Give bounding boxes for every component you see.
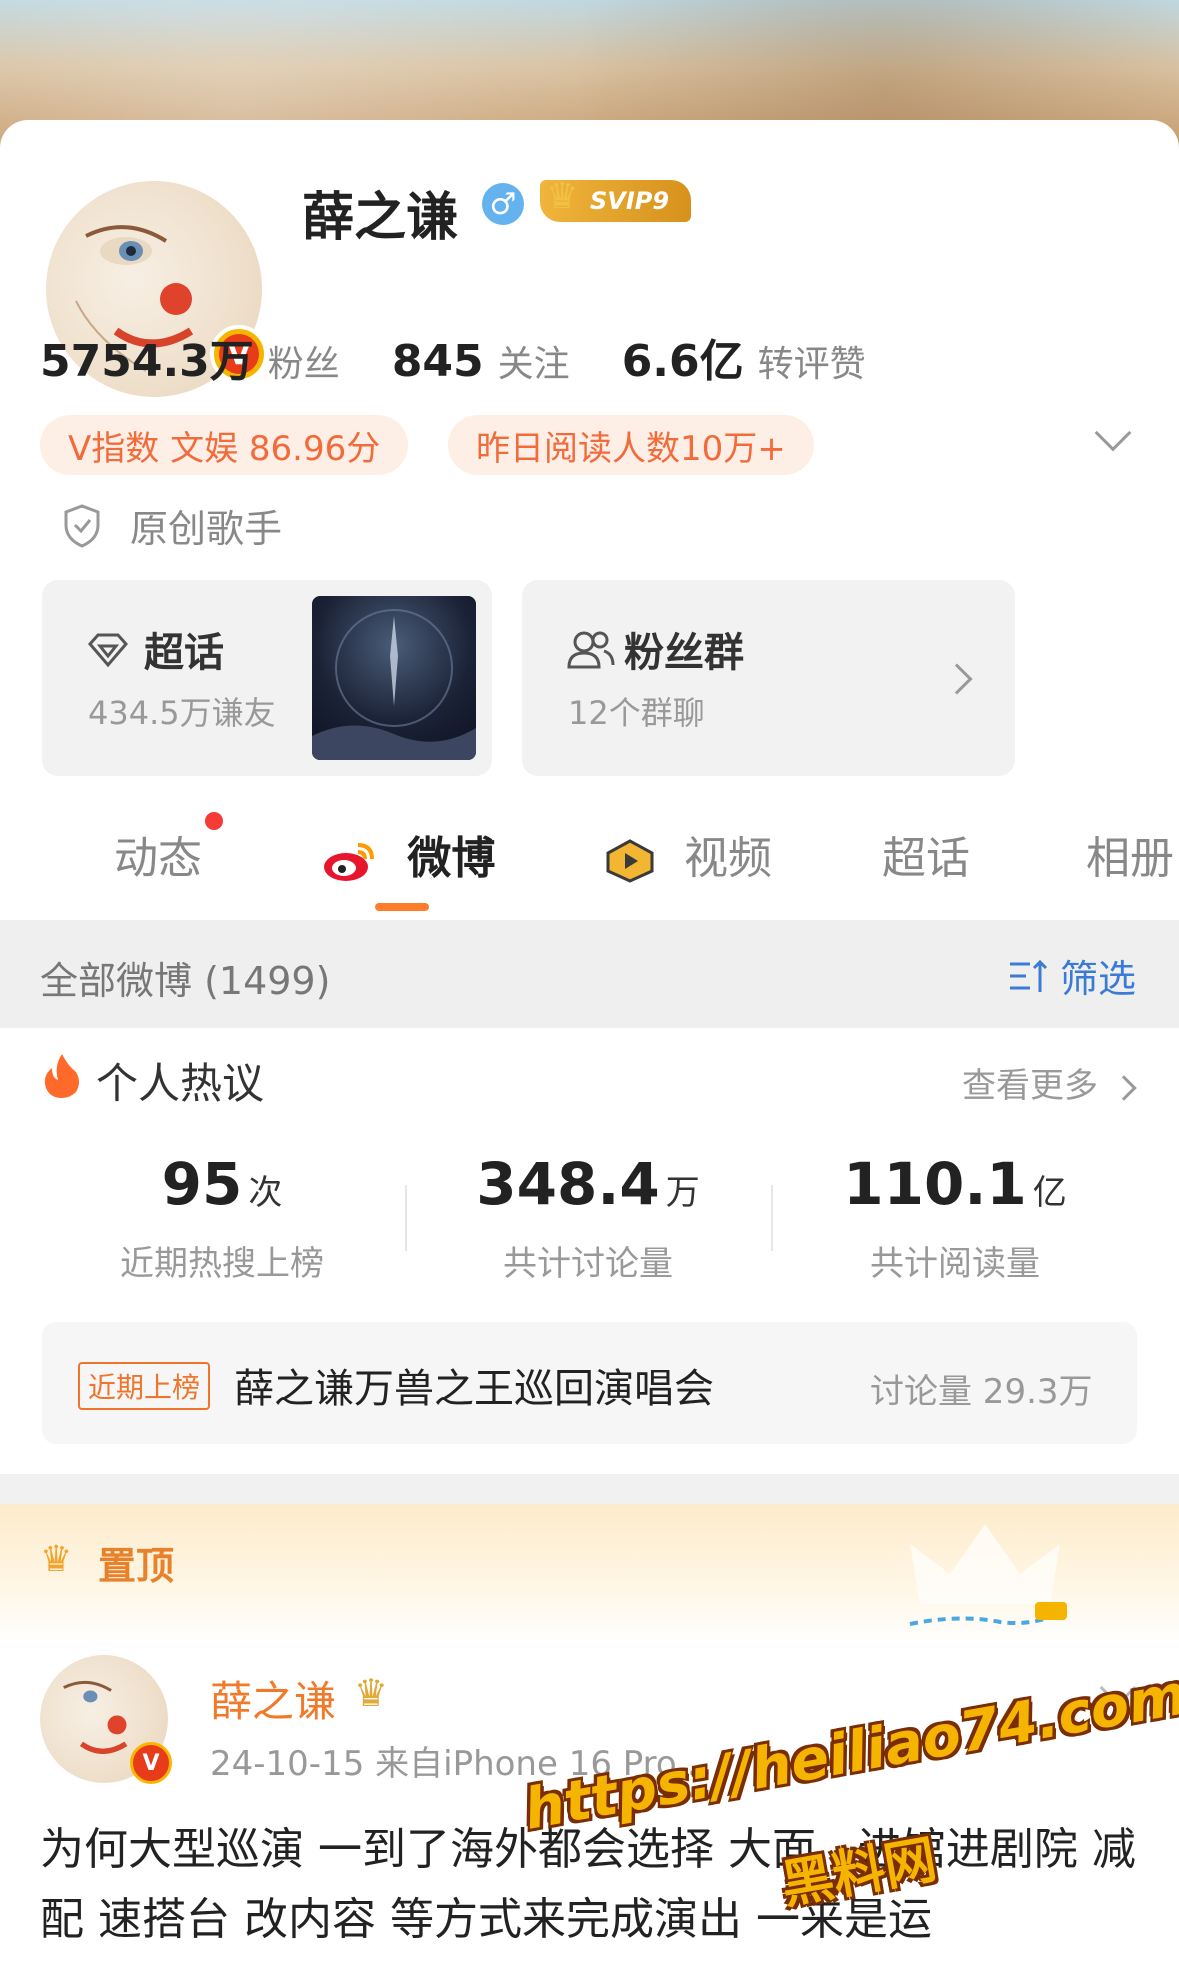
post-body[interactable]: 为何大型巡演 一到了海外都会选择 大面...进馆进剧院 减配 速搭台 改内容 等… bbox=[40, 1815, 1140, 1955]
metric-label: 共计阅读量 bbox=[870, 1244, 1040, 1284]
gender-male-icon: ♂ bbox=[482, 183, 524, 225]
tab-video-label: 视频 bbox=[684, 833, 772, 884]
fire-icon bbox=[44, 1054, 79, 1098]
yesterday-reads-pill[interactable]: 昨日阅读人数10万+ bbox=[448, 415, 814, 475]
diamond-icon bbox=[88, 633, 128, 668]
group-icon bbox=[567, 631, 615, 669]
metric-discussions: 348.4 万 共计讨论量 bbox=[438, 1150, 738, 1285]
metric-unit: 万 bbox=[665, 1173, 700, 1213]
fans-group-title: 粉丝群 bbox=[624, 630, 744, 676]
crown-icon: ♛ bbox=[546, 176, 579, 217]
svip-label: SVIP9 bbox=[590, 187, 670, 215]
tab-weibo-label: 微博 bbox=[407, 833, 496, 884]
metric-divider bbox=[405, 1185, 407, 1251]
chevron-right-icon bbox=[1111, 1075, 1137, 1101]
metric-reads: 110.1 亿 共计阅读量 bbox=[805, 1150, 1105, 1285]
metric-unit: 亿 bbox=[1032, 1173, 1067, 1213]
profile-name: 薛之谦 bbox=[302, 188, 459, 248]
filter-button[interactable]: 筛选 bbox=[1008, 948, 1136, 1003]
personal-hot-title: 个人热议 bbox=[96, 1059, 265, 1108]
stat-number: 5754.3万 bbox=[40, 336, 254, 387]
shield-icon bbox=[64, 503, 100, 548]
identity-tag: 原创歌手 bbox=[62, 498, 282, 553]
stat-fans[interactable]: 5754.3万 粉丝 bbox=[40, 325, 340, 389]
stat-interactions[interactable]: 6.6亿 转评赞 bbox=[622, 325, 866, 389]
profile-stats: 5754.3万 粉丝 845 关注 6.6亿 转评赞 bbox=[40, 325, 918, 389]
metric-label: 共计讨论量 bbox=[503, 1244, 673, 1284]
tab-dynamics[interactable]: 动态 bbox=[114, 822, 202, 886]
tab-album[interactable]: 相册 bbox=[1086, 822, 1174, 886]
stat-label: 转评赞 bbox=[757, 344, 866, 385]
v-index-pill[interactable]: V指数 文娱 86.96分 bbox=[40, 415, 409, 475]
metric-divider bbox=[771, 1185, 773, 1251]
video-play-icon bbox=[604, 839, 656, 883]
chaohua-subtitle: 434.5万谦友 bbox=[88, 694, 276, 732]
rank-discussion-count: 讨论量 29.3万 bbox=[870, 1372, 1093, 1412]
fans-group-subtitle: 12个群聊 bbox=[568, 694, 705, 732]
stat-label: 关注 bbox=[497, 344, 570, 385]
tab-chaohua[interactable]: 超话 bbox=[882, 822, 970, 886]
all-weibo-count: 全部微博 (1499) bbox=[40, 959, 331, 1003]
recent-rank-badge: 近期上榜 bbox=[78, 1362, 211, 1410]
stat-number: 6.6亿 bbox=[621, 336, 744, 387]
metric-number: 110.1 bbox=[843, 1150, 1027, 1218]
pin-crown-icon: ♛ bbox=[40, 1539, 73, 1580]
crown-decoration-icon bbox=[909, 1524, 1067, 1626]
pinned-label: 置顶 bbox=[98, 1544, 175, 1588]
see-more-label: 查看更多 bbox=[962, 1066, 1098, 1106]
filter-label: 筛选 bbox=[1060, 957, 1137, 1001]
active-tab-indicator bbox=[375, 903, 429, 911]
recent-rank-item[interactable]: 近期上榜 薛之谦万兽之王巡回演唱会 讨论量 29.3万 bbox=[42, 1322, 1137, 1444]
metric-number: 95 bbox=[161, 1150, 243, 1218]
metric-unit: 次 bbox=[248, 1173, 283, 1213]
tab-weibo[interactable]: 微博 bbox=[322, 822, 495, 886]
filter-icon bbox=[1010, 959, 1048, 992]
profile-tabs: 动态 微博 视频 超话 相册 bbox=[0, 790, 1179, 920]
tab-video[interactable]: 视频 bbox=[604, 822, 772, 886]
stat-number: 845 bbox=[391, 336, 484, 387]
rank-topic: 薛之谦万兽之王巡回演唱会 bbox=[234, 1366, 714, 1412]
stat-label: 粉丝 bbox=[267, 344, 340, 385]
stat-following[interactable]: 845 关注 bbox=[392, 335, 570, 387]
see-more-link[interactable]: 查看更多 bbox=[962, 1058, 1137, 1107]
notification-dot bbox=[205, 812, 223, 830]
pinned-header bbox=[0, 1504, 1179, 1644]
post-verified-icon: V bbox=[130, 1742, 172, 1784]
chaohua-title: 超话 bbox=[144, 630, 224, 676]
svip-badge[interactable]: ♛ SVIP9 bbox=[540, 176, 692, 222]
identity-tag-label: 原创歌手 bbox=[130, 507, 283, 551]
album-cover-image[interactable] bbox=[312, 596, 476, 760]
post-author-name[interactable]: 薛之谦 bbox=[210, 1668, 336, 1729]
vip-crown-icon: ♛ bbox=[354, 1671, 389, 1715]
metric-label: 近期热搜上榜 bbox=[120, 1244, 324, 1284]
filter-bar: 全部微博 (1499) 筛选 bbox=[0, 920, 1179, 1028]
metric-hot-search: 95 次 近期热搜上榜 bbox=[72, 1150, 372, 1285]
weibo-logo-icon bbox=[322, 839, 378, 883]
album-cover-art bbox=[312, 609, 476, 760]
metric-number: 348.4 bbox=[476, 1150, 660, 1218]
section-separator bbox=[0, 1474, 1179, 1504]
